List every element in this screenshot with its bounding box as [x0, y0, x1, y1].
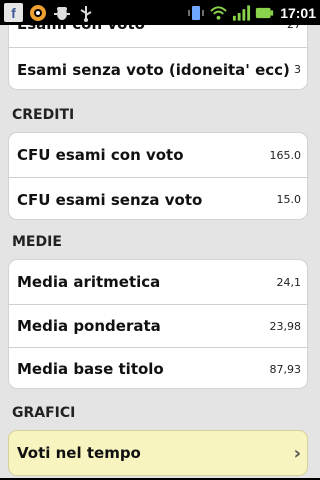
usb-icon [76, 3, 95, 22]
row-label: Media ponderata [17, 317, 161, 335]
bug-icon [52, 3, 71, 22]
crediti-card: CFU esami con voto 165.0 CFU esami senza… [8, 132, 308, 220]
list-item[interactable]: CFU esami con voto 165.0 [9, 133, 307, 177]
list-item[interactable]: CFU esami senza voto 15.0 [9, 177, 307, 221]
signal-icon [232, 3, 251, 22]
row-value: 87,93 [269, 362, 302, 376]
section-header-medie: MEDIE [12, 234, 62, 250]
row-value: 15.0 [276, 193, 302, 206]
row-label: Esami con voto [17, 25, 145, 33]
row-value: 3 [294, 63, 301, 76]
row-value: 27 [287, 25, 301, 31]
list-item[interactable]: Media aritmetica 24,1 [9, 260, 307, 304]
grafici-card: Voti nel tempo › [8, 430, 308, 476]
medie-card: Media aritmetica 24,1 Media ponderata 23… [8, 259, 308, 389]
section-header-crediti: CREDITI [12, 107, 75, 123]
facebook-icon: f [4, 3, 23, 22]
status-bar: f 17:01 [0, 0, 320, 25]
row-label: Voti nel tempo [17, 444, 141, 462]
chevron-right-icon: › [293, 442, 301, 464]
android-icon [28, 3, 47, 22]
row-value: 23,98 [269, 319, 302, 333]
list-item[interactable]: Media base titolo 87,93 [9, 347, 307, 390]
stats-list[interactable]: Esami con voto 27 Esami senza voto (idon… [0, 25, 320, 480]
list-item[interactable]: Media ponderata 23,98 [9, 304, 307, 347]
list-item[interactable]: Esami con voto 27 [9, 25, 307, 47]
row-label: Media base titolo [17, 360, 164, 378]
section-header-grafici: GRAFICI [12, 405, 76, 421]
wifi-icon [209, 3, 228, 22]
row-value: 24,1 [276, 275, 302, 289]
esami-card: Esami con voto 27 Esami senza voto (idon… [8, 25, 308, 90]
row-label: CFU esami con voto [17, 146, 184, 164]
row-label: CFU esami senza voto [17, 190, 203, 209]
row-label: Esami senza voto (idoneita' ecc) [17, 60, 290, 79]
phone-vibrate-icon [186, 3, 205, 22]
row-label: Media aritmetica [17, 273, 161, 291]
battery-icon [255, 3, 274, 22]
list-item[interactable]: Esami senza voto (idoneita' ecc) 3 [9, 47, 307, 91]
voti-nel-tempo-item[interactable]: Voti nel tempo › [9, 431, 307, 475]
row-value: 165.0 [269, 148, 302, 162]
status-clock: 17:01 [280, 4, 316, 21]
